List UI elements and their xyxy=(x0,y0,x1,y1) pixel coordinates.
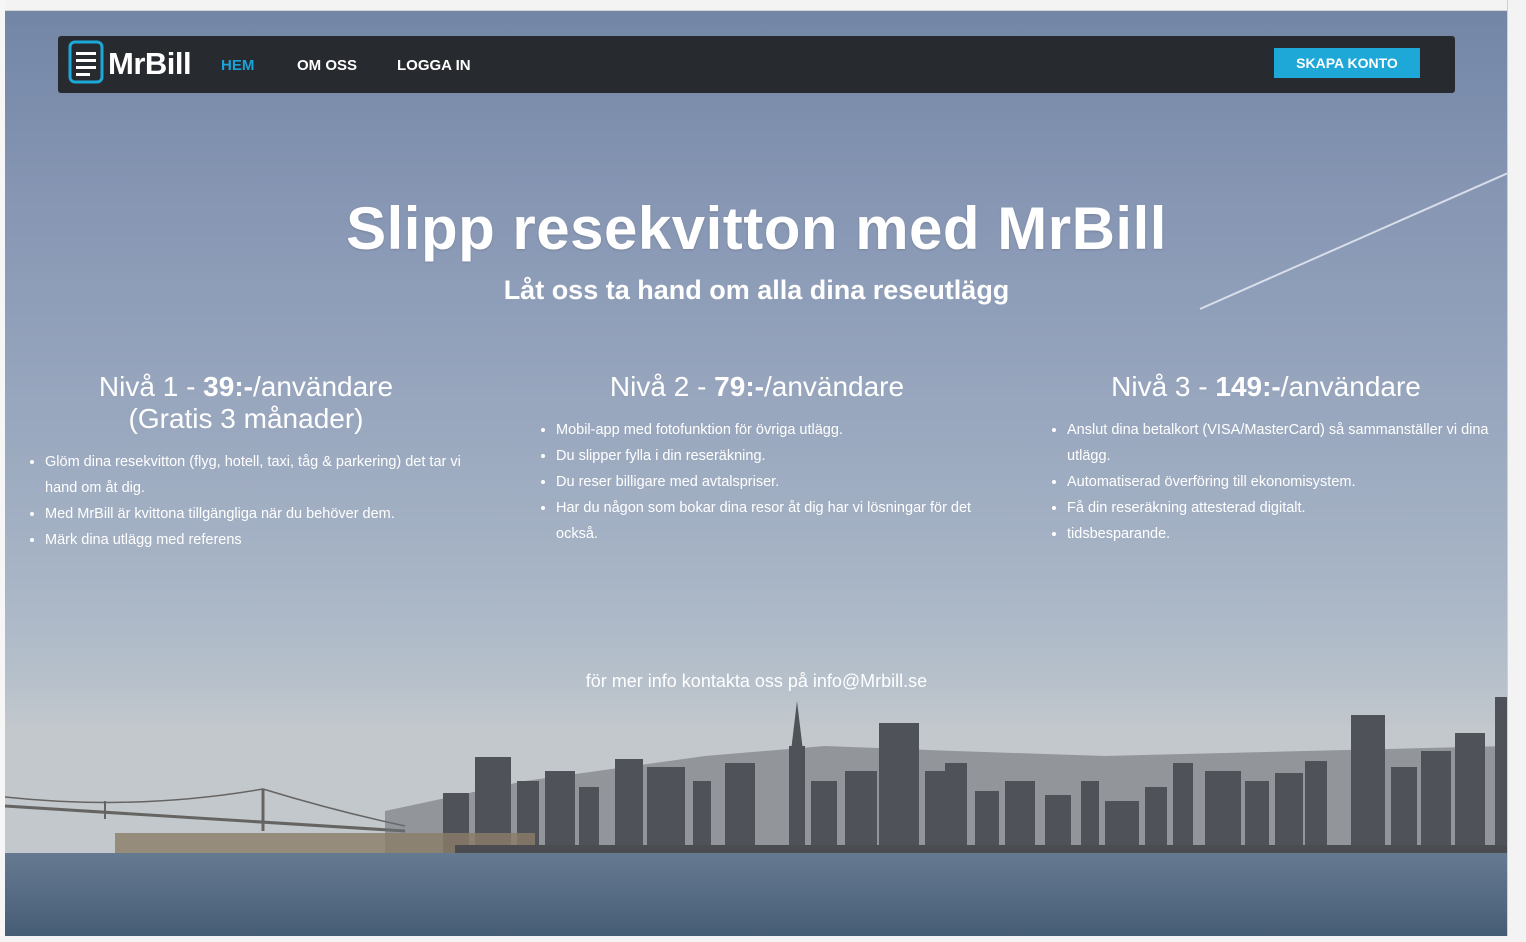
nav-link-logga-in[interactable]: LOGGA IN xyxy=(397,57,471,74)
pricing-tier-3: Nivå 3 - 149:-/användare Anslut dina bet… xyxy=(1027,371,1505,547)
feature-item: Har du någon som bokar dina resor åt dig… xyxy=(556,495,998,547)
nav-link-hem[interactable]: HEM xyxy=(221,57,254,74)
nav-link-om-oss[interactable]: OM OSS xyxy=(297,57,357,74)
hero-subtitle: Låt oss ta hand om alla dina reseutlägg xyxy=(503,275,1010,305)
tier-note: (Gratis 3 månader) xyxy=(128,403,364,434)
tier-prefix: Nivå 3 - xyxy=(1111,371,1216,402)
window-bottom-edge xyxy=(0,936,1526,942)
feature-item: Märk dina utlägg med referens xyxy=(45,527,487,553)
feature-item: Du slipper fylla i din reseräkning. xyxy=(556,443,998,469)
logo[interactable]: MrBill xyxy=(68,40,192,89)
feature-item: Glöm dina resekvitton (flyg, hotell, tax… xyxy=(45,449,487,501)
window-right-edge xyxy=(1507,0,1526,942)
tier-title: Nivå 1 - 39:-/användare xyxy=(5,371,487,403)
contact-info: för mer info kontakta oss på info@Mrbill… xyxy=(585,671,928,691)
tier-suffix: /användare xyxy=(1280,371,1421,402)
feature-list: Mobil-app med fotofunktion för övriga ut… xyxy=(516,417,998,547)
tier-prefix: Nivå 1 - xyxy=(98,371,204,402)
tier-price: 39:- xyxy=(203,371,253,402)
feature-item: Automatiserad överföring till ekonomisys… xyxy=(1067,469,1505,495)
hero-title: Slipp resekvitton med MrBill xyxy=(346,195,1167,262)
pricing-tier-1: Nivå 1 - 39:-/användare (Gratis 3 månade… xyxy=(5,371,487,553)
window-top-edge xyxy=(0,0,1526,11)
tier-prefix: Nivå 2 - xyxy=(609,371,715,402)
feature-list: Anslut dina betalkort (VISA/MasterCard) … xyxy=(1027,417,1505,547)
tier-price: 79:- xyxy=(714,371,764,402)
tier-suffix: /användare xyxy=(252,371,394,402)
tier-title: Nivå 2 - 79:-/användare xyxy=(516,371,998,403)
navbar: MrBill HEM OM OSS LOGGA IN SKAPA KONTO xyxy=(58,36,1455,93)
document-list-icon xyxy=(68,40,104,89)
tier-suffix: /användare xyxy=(763,371,905,402)
tier-title: Nivå 3 - 149:-/användare xyxy=(1027,371,1505,403)
feature-list: Glöm dina resekvitton (flyg, hotell, tax… xyxy=(5,449,487,553)
feature-item: tidsbesparande. xyxy=(1067,521,1505,547)
feature-item: Få din reseräkning attesterad digitalt. xyxy=(1067,495,1505,521)
logo-text: MrBill xyxy=(108,46,192,81)
create-account-button[interactable]: SKAPA KONTO xyxy=(1274,48,1420,78)
hero-section: MrBill HEM OM OSS LOGGA IN SKAPA KONTO S… xyxy=(5,11,1508,936)
feature-item: Anslut dina betalkort (VISA/MasterCard) … xyxy=(1067,417,1505,469)
pricing-tier-2: Nivå 2 - 79:-/användare Mobil-app med fo… xyxy=(516,371,998,547)
feature-item: Du reser billigare med avtalspriser. xyxy=(556,469,998,495)
feature-item: Med MrBill är kvittona tillgängliga när … xyxy=(45,501,487,527)
tier-price: 149:- xyxy=(1215,371,1281,402)
feature-item: Mobil-app med fotofunktion för övriga ut… xyxy=(556,417,998,443)
